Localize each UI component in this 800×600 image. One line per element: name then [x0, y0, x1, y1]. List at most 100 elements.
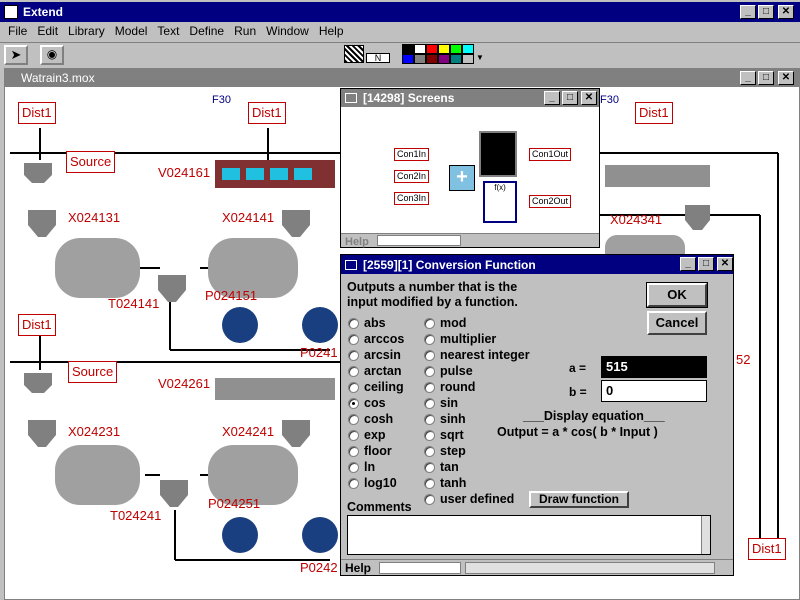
option-sin[interactable]: sin: [424, 396, 458, 410]
option-label: log10: [364, 476, 397, 490]
option-label: tan: [440, 460, 459, 474]
dialog-menu-icon[interactable]: [345, 259, 357, 270]
radio-button[interactable]: [348, 365, 359, 377]
screens-minimize-button[interactable]: _: [544, 91, 560, 105]
radio-button[interactable]: [424, 333, 435, 345]
screens-help-bar: Help: [341, 233, 599, 248]
fx-block-icon[interactable]: f(x): [483, 181, 517, 223]
screens-help-button[interactable]: Help: [345, 236, 369, 248]
radio-button[interactable]: [424, 429, 435, 441]
b-value-field[interactable]: 0: [601, 380, 707, 402]
screens-help-field: [377, 235, 461, 246]
screens-close-button[interactable]: ✕: [581, 91, 597, 105]
dialog-hscroll[interactable]: [465, 562, 715, 574]
comments-scrollbar[interactable]: [701, 516, 710, 554]
option-label: cos: [364, 396, 386, 410]
screens-maximize-button[interactable]: □: [562, 91, 578, 105]
radio-button[interactable]: [424, 365, 435, 377]
option-mod[interactable]: mod: [424, 316, 466, 330]
cancel-button[interactable]: Cancel: [647, 311, 707, 335]
option-label: nearest integer: [440, 348, 530, 362]
con2out-port[interactable]: Con2Out: [529, 195, 572, 208]
option-pulse[interactable]: pulse: [424, 364, 473, 378]
radio-button[interactable]: [348, 477, 359, 489]
option-nearest-integer[interactable]: nearest integer: [424, 348, 530, 362]
radio-button[interactable]: [424, 381, 435, 393]
option-cosh[interactable]: cosh: [348, 412, 393, 426]
x024241-label: X024241: [222, 424, 275, 439]
dialog-help-field: [379, 562, 461, 574]
radio-button[interactable]: [348, 445, 359, 457]
radio-button[interactable]: [348, 461, 359, 473]
dist1-block-5[interactable]: Dist1: [748, 538, 786, 560]
radio-button[interactable]: [424, 397, 435, 409]
x024231-label: X024231: [68, 424, 121, 439]
radio-button[interactable]: [348, 333, 359, 345]
radio-button[interactable]: [348, 317, 359, 329]
source-block-2[interactable]: Source: [68, 361, 118, 383]
source-block-1[interactable]: Source: [66, 151, 116, 173]
option-tanh[interactable]: tanh: [424, 476, 466, 490]
radio-button[interactable]: [424, 317, 435, 329]
screens-menu-icon[interactable]: [345, 93, 357, 103]
f30-label-1: F30: [212, 94, 231, 106]
option-tan[interactable]: tan: [424, 460, 459, 474]
a-value-field[interactable]: 515: [601, 356, 707, 378]
p0241-label: P0241: [300, 345, 338, 360]
option-label: arctan: [364, 364, 402, 378]
option-log10[interactable]: log10: [348, 476, 397, 490]
radio-button[interactable]: [424, 349, 435, 361]
conversion-dialog: [2559][1] Conversion Function _ □ ✕ Outp…: [340, 254, 734, 576]
p0242-label: P0242: [300, 560, 338, 575]
v024161-label: V024161: [158, 165, 211, 180]
plot-block-icon[interactable]: [479, 131, 517, 177]
option-arctan[interactable]: arctan: [348, 364, 402, 378]
radio-button[interactable]: [348, 413, 359, 425]
option-multiplier[interactable]: multiplier: [424, 332, 496, 346]
dist1-block-4[interactable]: Dist1: [635, 102, 673, 124]
option-sinh[interactable]: sinh: [424, 412, 466, 426]
option-user-defined[interactable]: user defined: [424, 492, 514, 506]
dist1-block-3[interactable]: Dist1: [18, 314, 56, 336]
con1in-port[interactable]: Con1In: [394, 148, 430, 161]
con1out-port[interactable]: Con1Out: [529, 148, 572, 161]
equation-title: ___Display equation___: [523, 409, 665, 423]
radio-button[interactable]: [424, 493, 435, 505]
option-ceiling[interactable]: ceiling: [348, 380, 404, 394]
radio-button[interactable]: [348, 429, 359, 441]
con3in-port[interactable]: Con3In: [394, 192, 430, 205]
radio-button[interactable]: [424, 477, 435, 489]
option-label: ceiling: [364, 380, 404, 394]
option-round[interactable]: round: [424, 380, 475, 394]
option-exp[interactable]: exp: [348, 428, 386, 442]
radio-button[interactable]: [424, 413, 435, 425]
ok-button[interactable]: OK: [646, 282, 708, 308]
comments-textarea[interactable]: [347, 515, 711, 555]
con2in-port[interactable]: Con2In: [394, 170, 430, 183]
option-abs[interactable]: abs: [348, 316, 386, 330]
option-label: pulse: [440, 364, 473, 378]
dialog-title: [2559][1] Conversion Function: [363, 257, 536, 272]
x024141-label: X024141: [222, 210, 275, 225]
option-arcsin[interactable]: arcsin: [348, 348, 401, 362]
option-step[interactable]: step: [424, 444, 466, 458]
dist1-block-2[interactable]: Dist1: [248, 102, 286, 124]
radio-button[interactable]: [424, 461, 435, 473]
option-arccos[interactable]: arccos: [348, 332, 404, 346]
option-cos[interactable]: cos: [348, 396, 386, 410]
dialog-maximize-button[interactable]: □: [698, 257, 714, 271]
option-label: round: [440, 380, 476, 394]
plus-block-icon[interactable]: +: [449, 165, 475, 191]
draw-function-button[interactable]: Draw function: [529, 491, 629, 508]
dialog-close-button[interactable]: ✕: [717, 257, 733, 271]
option-ln[interactable]: ln: [348, 460, 375, 474]
dialog-help-button[interactable]: Help: [345, 561, 371, 575]
option-sqrt[interactable]: sqrt: [424, 428, 464, 442]
radio-button[interactable]: [348, 349, 359, 361]
radio-button[interactable]: [348, 397, 359, 409]
dist1-block-1[interactable]: Dist1: [18, 102, 56, 124]
dialog-minimize-button[interactable]: _: [680, 257, 696, 271]
radio-button[interactable]: [348, 381, 359, 393]
radio-button[interactable]: [424, 445, 435, 457]
option-floor[interactable]: floor: [348, 444, 392, 458]
